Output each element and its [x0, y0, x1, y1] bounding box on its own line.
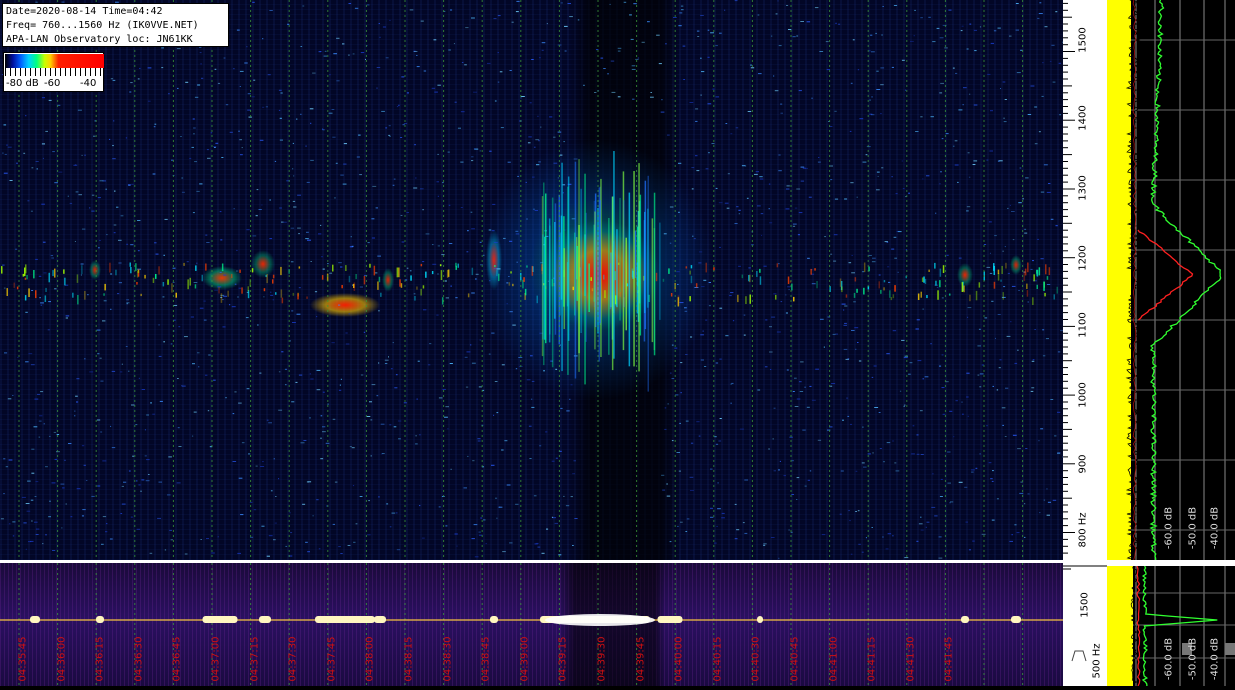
- legend-label-high: -40: [80, 78, 97, 89]
- time-grid-lines: [18, 0, 1024, 560]
- color-scale-bar: [5, 54, 104, 68]
- frequency-axis-ticks: [1063, 2, 1075, 554]
- wideband-strip: 04:35:45 04:36:00 04:36:15 04:36:30 04:36:45…: [0, 563, 1063, 686]
- noise-speckles: [0, 0, 1063, 559]
- info-date-time: Date=2020-08-14 Time=04:42: [6, 6, 163, 17]
- info-observatory-location: APA-LAN Observatory loc: JN61KK: [6, 34, 193, 45]
- info-frequency-range: Freq= 760...1560 Hz (IK0VVE.NET): [6, 20, 199, 31]
- frequency-axis: 1500 1400 1300 1200 1100 1000 900 800 Hz: [1063, 0, 1107, 560]
- spectrum-profile-panel: -60.0 dB -50.0 dB -40.0 dB: [1107, 0, 1235, 560]
- spectrum-profile-plot: [1107, 0, 1235, 560]
- info-box: Date=2020-08-14 Time=04:42 Freq= 760...1…: [2, 3, 229, 47]
- spectrogram-waterfall: [0, 0, 1063, 560]
- signal-band: [1, 262, 1058, 307]
- strip-frequency-axis: 1500 500 Hz: [1063, 563, 1107, 686]
- radio-spectrogram-viewer: Date=2020-08-14 Time=04:42 Freq= 760...1…: [0, 0, 1235, 687]
- strip-spectrum-panel: -60.0 dB -50.0 dB -40.0 dB: [1107, 563, 1235, 687]
- color-scale-ticks: [5, 68, 104, 76]
- color-scale-legend: -80 dB -60 -40: [3, 52, 104, 92]
- spectrogram-grid: [0, 0, 1063, 560]
- legend-label-mid: -60: [44, 78, 61, 89]
- legend-label-low: -80 dB: [6, 78, 39, 89]
- wideband-strip-plot: [0, 563, 1063, 686]
